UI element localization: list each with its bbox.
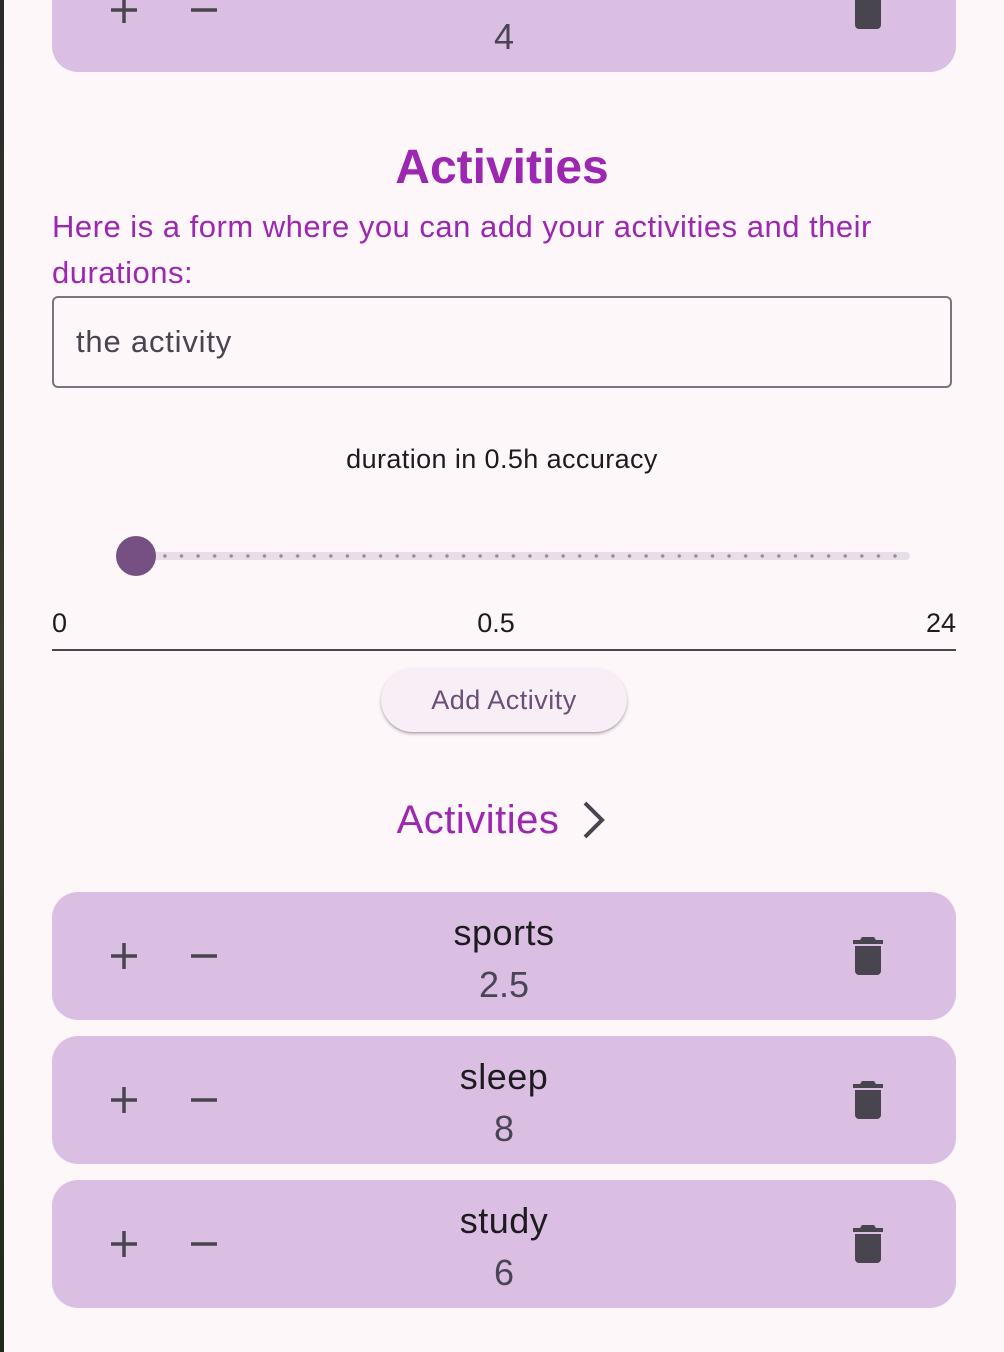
duration-slider-label: duration in 0.5h accuracy: [346, 444, 658, 474]
trash-icon: [853, 937, 883, 975]
activity-card-partial: 4: [52, 0, 956, 72]
form-title: Activities: [395, 141, 609, 194]
activity-card: sleep 8: [52, 1036, 956, 1164]
activities-list-header[interactable]: Activities: [0, 792, 1004, 848]
activity-duration: 8: [493, 1108, 515, 1149]
slider-thumb[interactable]: [116, 536, 156, 576]
activity-name: study: [459, 1200, 549, 1241]
add-activity-button[interactable]: Add Activity: [381, 668, 627, 732]
activity-name: sports: [453, 912, 555, 953]
trash-icon: [853, 1225, 883, 1263]
activity-duration: 4: [493, 16, 515, 57]
slider-tick-marks: [140, 554, 904, 558]
delete-button[interactable]: [844, 932, 892, 980]
activity-duration: 6: [493, 1252, 515, 1293]
divider: [52, 649, 956, 651]
activity-card: study 6: [52, 1180, 956, 1308]
trash-icon: [853, 1081, 883, 1119]
activity-duration: 2.5: [478, 964, 530, 1005]
activities-list-title: Activities: [396, 797, 560, 842]
slider-current-value: 0.5: [477, 608, 515, 638]
slider-max-label: 24: [925, 608, 956, 638]
delete-button[interactable]: [844, 1220, 892, 1268]
duration-slider[interactable]: [100, 534, 910, 578]
delete-button[interactable]: [844, 0, 892, 34]
activity-name-input[interactable]: [52, 296, 952, 388]
form-intro-text: Here is a form where you can add your ac…: [52, 209, 872, 290]
chevron-right-icon: [583, 801, 606, 839]
activity-card: sports 2.5: [52, 892, 956, 1020]
trash-icon: [855, 0, 881, 29]
activity-name: sleep: [459, 1056, 549, 1097]
delete-button[interactable]: [844, 1076, 892, 1124]
window-edge: [0, 0, 4, 1352]
